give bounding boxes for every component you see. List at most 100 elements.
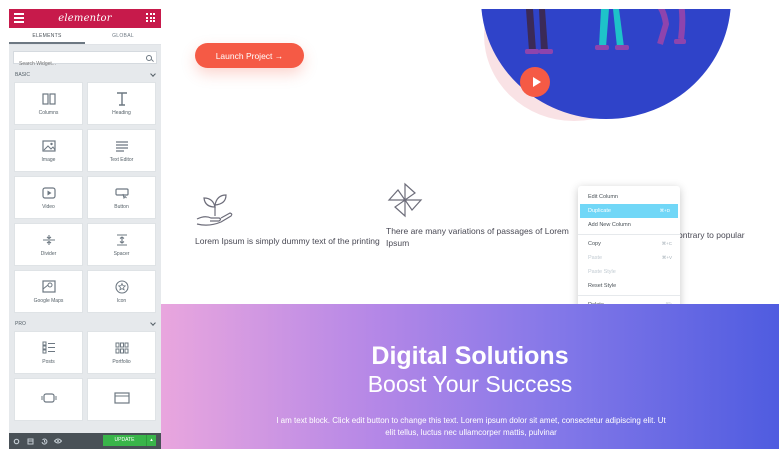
search-input[interactable] bbox=[14, 58, 156, 70]
settings-icon[interactable] bbox=[9, 433, 23, 449]
posts-icon bbox=[42, 341, 55, 354]
play-icon bbox=[532, 77, 541, 87]
launch-project-button[interactable]: Launch Project → bbox=[195, 43, 304, 68]
panel-tabs: ELEMENTS GLOBAL bbox=[9, 28, 161, 45]
widget-label: Spacer bbox=[113, 251, 130, 257]
feature-text: ontrary to popular bbox=[678, 230, 745, 240]
menu-divider bbox=[578, 234, 680, 235]
menu-item-shortcut: ⌘+C bbox=[661, 241, 672, 246]
section-title: PRO bbox=[15, 321, 26, 327]
widget-portfolio[interactable]: Portfolio bbox=[87, 331, 156, 374]
widgets-grid-icon[interactable] bbox=[146, 13, 155, 22]
widget-heading[interactable]: Heading bbox=[87, 82, 156, 125]
widget-label: Image bbox=[41, 157, 56, 163]
widget-label: Google Maps bbox=[33, 298, 64, 304]
widget-label: Heading bbox=[112, 110, 131, 116]
menu-item-duplicate[interactable]: Duplicate ⌘+D bbox=[580, 204, 678, 218]
menu-item-paste-style[interactable]: Paste Style bbox=[578, 265, 680, 279]
portfolio-icon bbox=[115, 342, 128, 353]
pinwheel-icon bbox=[387, 182, 423, 218]
caret-up-icon[interactable]: ▴ bbox=[146, 435, 156, 446]
play-video-button[interactable] bbox=[520, 67, 550, 97]
menu-item-copy[interactable]: Copy ⌘+C bbox=[578, 237, 680, 251]
button-icon bbox=[114, 187, 129, 199]
menu-item-paste[interactable]: Paste ⌘+V bbox=[578, 251, 680, 265]
section-header-basic[interactable]: BASIC bbox=[9, 68, 161, 82]
widget-label: Text Editor bbox=[109, 157, 134, 163]
widget-divider[interactable]: Divider bbox=[14, 223, 83, 266]
widget-label: Divider bbox=[40, 251, 57, 257]
widget-image[interactable]: Image bbox=[14, 129, 83, 172]
pro-widgets-grid: Posts Portfolio bbox=[9, 331, 161, 421]
heading-icon bbox=[116, 91, 127, 106]
tab-elements[interactable]: ELEMENTS bbox=[9, 28, 85, 44]
section-title: Digital Solutions bbox=[371, 342, 569, 370]
cta-section: Digital Solutions Boost Your Success I a… bbox=[161, 304, 779, 449]
feature-item: ontrary to popular bbox=[678, 229, 778, 241]
preview-eye-icon[interactable] bbox=[51, 433, 65, 449]
section-header-pro[interactable]: PRO bbox=[9, 317, 161, 331]
widget-text-editor[interactable]: Text Editor bbox=[87, 129, 156, 172]
columns-icon bbox=[41, 92, 56, 105]
widget-google-maps[interactable]: Google Maps bbox=[14, 270, 83, 313]
widget-label: Columns bbox=[38, 110, 59, 116]
widget-spacer[interactable]: Spacer bbox=[87, 223, 156, 266]
map-icon bbox=[41, 280, 56, 293]
elementor-panel: elementor ELEMENTS GLOBAL BASIC Columns … bbox=[9, 9, 161, 449]
feature-text: There are many variations of passages of… bbox=[386, 226, 569, 248]
menu-item-label: Duplicate bbox=[588, 208, 611, 214]
menu-item-shortcut: ⌘+V bbox=[661, 255, 672, 260]
widget-posts[interactable]: Posts bbox=[14, 331, 83, 374]
context-menu: Edit Column Duplicate ⌘+D Add New Column… bbox=[578, 186, 680, 322]
people-illustration bbox=[525, 9, 686, 54]
update-button[interactable]: UPDATE ▴ bbox=[103, 435, 156, 446]
widget-button[interactable]: Button bbox=[87, 176, 156, 219]
menu-item-add-new-column[interactable]: Add New Column bbox=[578, 218, 680, 232]
widget-video[interactable]: Video bbox=[14, 176, 83, 219]
text-editor-icon bbox=[115, 140, 128, 152]
widget-form[interactable] bbox=[87, 378, 156, 421]
menu-item-edit-column[interactable]: Edit Column bbox=[578, 190, 680, 204]
widget-label: Portfolio bbox=[112, 359, 131, 365]
plant-hand-icon bbox=[196, 194, 233, 226]
menu-item-label: Edit Column bbox=[588, 194, 618, 200]
panel-header: elementor bbox=[9, 9, 161, 28]
hero-illustration bbox=[481, 9, 731, 119]
widget-label: Video bbox=[42, 204, 55, 210]
video-icon bbox=[41, 186, 56, 199]
widget-search bbox=[13, 51, 157, 70]
menu-item-reset-style[interactable]: Reset Style bbox=[578, 279, 680, 293]
menu-item-label: Reset Style bbox=[588, 283, 617, 289]
widget-columns[interactable]: Columns bbox=[14, 82, 83, 125]
chevron-down-icon bbox=[150, 320, 156, 326]
form-icon bbox=[113, 391, 130, 404]
hamburger-menu-icon[interactable] bbox=[14, 13, 24, 23]
menu-item-label: Paste Style bbox=[588, 269, 616, 275]
update-label: UPDATE bbox=[114, 437, 135, 443]
navigator-icon[interactable] bbox=[23, 433, 37, 449]
divider-icon bbox=[42, 234, 55, 245]
page-canvas: Launch Project → Lorem Ipsum is simply d… bbox=[161, 9, 779, 449]
menu-item-label: Copy bbox=[588, 241, 601, 247]
widget-icon[interactable]: Icon bbox=[87, 270, 156, 313]
tab-global[interactable]: GLOBAL bbox=[85, 28, 161, 44]
widget-slides[interactable] bbox=[14, 378, 83, 421]
menu-item-label: Add New Column bbox=[588, 222, 631, 228]
feature-item: There are many variations of passages of… bbox=[386, 181, 576, 249]
widget-label: Button bbox=[114, 204, 129, 210]
section-subtitle: Boost Your Success bbox=[367, 371, 573, 397]
search-icon bbox=[146, 55, 152, 61]
section-text: I am text block. Click edit button to ch… bbox=[276, 416, 666, 437]
feature-text: Lorem Ipsum is simply dummy text of the … bbox=[195, 236, 380, 246]
panel-footer: UPDATE ▴ bbox=[9, 433, 161, 449]
spacer-icon bbox=[116, 233, 127, 246]
slides-icon bbox=[41, 392, 56, 403]
menu-item-label: Paste bbox=[588, 255, 603, 261]
history-icon[interactable] bbox=[37, 433, 51, 449]
basic-widgets-grid: Columns Heading Image Text Editor Video … bbox=[9, 82, 161, 313]
image-icon bbox=[41, 139, 56, 152]
menu-divider bbox=[578, 295, 680, 296]
feature-item: Lorem Ipsum is simply dummy text of the … bbox=[195, 193, 385, 247]
widget-label: Posts bbox=[42, 359, 55, 365]
chevron-down-icon bbox=[150, 71, 156, 77]
